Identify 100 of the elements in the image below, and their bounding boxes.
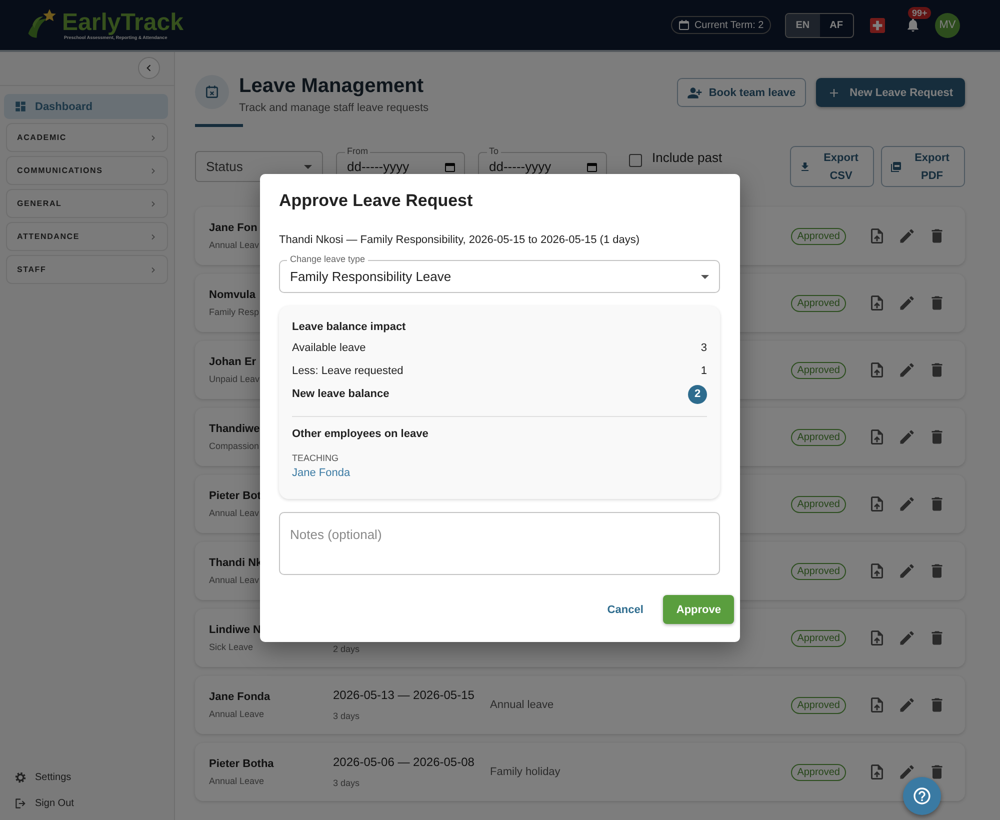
sidebar-group-label: GENERAL — [17, 199, 62, 208]
edit-icon[interactable] — [898, 629, 916, 647]
edit-icon[interactable] — [898, 696, 916, 714]
language-toggle[interactable]: AF — [820, 14, 853, 36]
edit-icon[interactable] — [898, 294, 916, 312]
status-badge: Approved — [791, 630, 846, 646]
employee-name: Jane Fonda — [209, 691, 270, 703]
first-aid-icon[interactable] — [870, 18, 885, 32]
book-team-leave-button[interactable]: Book team leave — [676, 78, 806, 107]
download-icon — [799, 160, 811, 172]
sidebar-group[interactable]: STAFF — [6, 255, 168, 284]
leave-duration: 3 days — [333, 711, 360, 721]
chevron-right-icon — [149, 166, 157, 174]
notification-bell-icon[interactable] — [905, 17, 921, 33]
user-avatar[interactable]: MV — [935, 12, 960, 38]
leave-type: Annual Leav — [209, 575, 260, 585]
upload-file-icon[interactable] — [868, 428, 886, 446]
chevron-right-icon — [149, 266, 157, 274]
edit-icon[interactable] — [898, 227, 916, 245]
leave-reason: Annual leave — [490, 699, 554, 711]
field-label: Change leave type — [287, 254, 368, 265]
leave-request-card[interactable]: Jane Fonda Annual Leave 2026-05-13 — 2026-05-15 3 days Annual leave Approved — [195, 676, 965, 734]
new-leave-request-button[interactable]: New Leave Request — [816, 78, 965, 107]
export-button[interactable]: Export PDF — [881, 146, 965, 187]
leave-type: Family Resp — [209, 307, 260, 317]
leave-type: Annual Leave — [209, 776, 264, 786]
status-badge: Approved — [791, 294, 846, 312]
balance-label: New leave balance — [292, 388, 390, 400]
export-button[interactable]: Export CSV — [790, 146, 874, 187]
calendar-icon — [444, 160, 456, 172]
field-label: From — [345, 146, 370, 157]
request-summary: Thandi Nkosi — Family Responsibility, 2026-05-15 to 2026-05-15 (1 days) — [279, 234, 641, 246]
chevron-right-icon — [149, 134, 157, 142]
sidebar-item[interactable]: Dashboard — [4, 94, 168, 119]
edit-icon[interactable] — [898, 428, 916, 446]
upload-file-icon[interactable] — [868, 495, 886, 513]
new-balance-badge: 2 — [688, 384, 707, 404]
status-badge: Approved — [791, 696, 846, 714]
leave-type: Annual Leave — [209, 709, 264, 719]
language-toggle[interactable]: EN — [786, 14, 820, 36]
status-badge: Approved — [791, 428, 846, 446]
sidebar-group[interactable]: ATTENDANCE — [6, 222, 168, 251]
leave-dates: 2026-05-06 — 2026-05-08 — [333, 755, 474, 769]
sidebar-footer-item[interactable]: Settings — [14, 771, 174, 784]
sidebar-group-label: ATTENDANCE — [17, 232, 80, 241]
employee-name: Pieter Bot — [209, 490, 261, 502]
status-badge: Approved — [791, 764, 846, 780]
employee-name: Thandiwe — [209, 423, 260, 435]
chevron-right-icon — [149, 200, 157, 208]
edit-icon[interactable] — [898, 495, 916, 513]
employee-name: Jane Fon — [209, 222, 258, 234]
upload-file-icon[interactable] — [868, 227, 886, 245]
current-term-chip[interactable]: Current Term: 2 — [671, 16, 771, 34]
employee-name: Pieter Botha — [209, 758, 274, 770]
department-label: TEACHING — [292, 453, 339, 463]
sidebar-group[interactable]: ACADEMIC — [6, 123, 168, 152]
help-icon — [912, 786, 932, 806]
status-badge: Approved — [791, 362, 846, 378]
upload-file-icon[interactable] — [868, 562, 886, 580]
edit-icon[interactable] — [898, 361, 916, 379]
balance-label: Available leave — [292, 342, 366, 354]
calendar-icon — [678, 19, 690, 31]
plus-icon — [828, 86, 840, 98]
approve-button[interactable]: Approve — [663, 595, 734, 624]
notification-count-badge: 99+ — [908, 7, 932, 19]
balance-label: Less: Leave requested — [292, 365, 404, 377]
upload-file-icon[interactable] — [868, 763, 886, 781]
edit-icon[interactable] — [898, 763, 916, 781]
upload-file-icon[interactable] — [868, 294, 886, 312]
sidebar-group[interactable]: GENERAL — [6, 189, 168, 218]
sidebar-item-label: Dashboard — [35, 100, 92, 112]
upload-file-icon[interactable] — [868, 361, 886, 379]
sidebar-footer-item[interactable]: Sign Out — [14, 797, 174, 810]
cancel-button[interactable]: Cancel — [597, 598, 654, 622]
leave-calendar-icon — [195, 75, 229, 109]
sidebar-footer-label: Sign Out — [35, 798, 74, 809]
employee-link[interactable]: Jane Fonda — [292, 467, 350, 479]
page-subtitle: Track and manage staff leave requests — [239, 102, 429, 114]
upload-file-icon[interactable] — [868, 696, 886, 714]
sidebar-group[interactable]: COMMUNICATIONS — [6, 156, 168, 185]
sign-out-icon — [14, 797, 27, 810]
upload-file-icon[interactable] — [868, 629, 886, 647]
dashboard-icon — [14, 100, 27, 113]
current-term-label: Current Term: 2 — [694, 20, 764, 30]
people-add-icon — [686, 84, 703, 100]
leave-request-card[interactable]: Pieter Botha Annual Leave 2026-05-06 — 2026-05-08 3 days Family holiday Approved — [195, 743, 965, 801]
leave-type: Sick Leave — [209, 642, 254, 652]
leave-type: Compassion — [209, 441, 260, 451]
employee-name: Lindiwe N — [209, 624, 261, 636]
include-past-checkbox[interactable] — [629, 154, 642, 167]
leave-reason: Family holiday — [490, 766, 560, 778]
leave-duration: 3 days — [333, 778, 360, 788]
others-heading: Other employees on leave — [292, 428, 428, 440]
dropdown-caret-icon — [304, 162, 312, 170]
settings-icon — [14, 771, 27, 784]
balance-value: 1 — [700, 365, 707, 377]
leave-type: Annual Leav — [209, 508, 260, 518]
notes-field[interactable]: Notes (optional) — [279, 512, 720, 575]
page-title: Leave Management — [239, 75, 425, 98]
edit-icon[interactable] — [898, 562, 916, 580]
